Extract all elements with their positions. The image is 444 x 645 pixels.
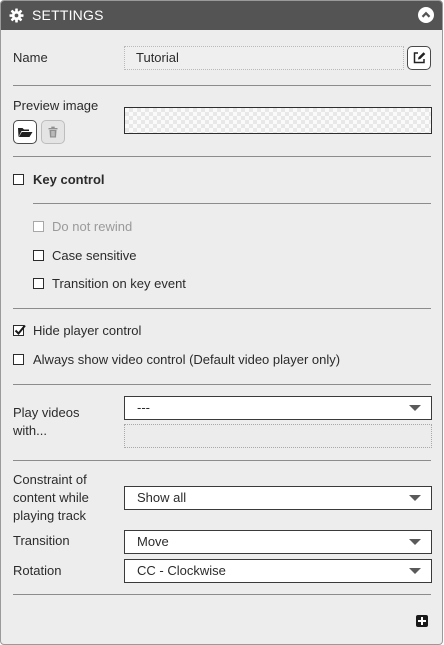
preview-image-label: Preview image xyxy=(13,98,99,113)
plus-square-icon[interactable] xyxy=(416,615,428,627)
name-label: Name xyxy=(13,50,48,65)
preview-image-box[interactable] xyxy=(124,107,432,134)
case-sensitive-label: Case sensitive xyxy=(52,248,137,263)
transition-select[interactable]: Move xyxy=(124,530,432,554)
hide-player-control-label: Hide player control xyxy=(33,323,142,338)
constraint-label-line1: Constraint of xyxy=(13,472,87,487)
separator xyxy=(13,156,431,157)
rotation-value: CC - Clockwise xyxy=(137,563,226,578)
always-show-video-control-checkbox[interactable] xyxy=(13,354,24,365)
transition-value: Move xyxy=(137,534,169,549)
separator xyxy=(13,460,431,461)
separator xyxy=(33,203,431,204)
separator xyxy=(13,308,431,309)
chevron-up-icon xyxy=(421,11,431,18)
constraint-select[interactable]: Show all xyxy=(124,486,432,510)
checkmark-icon xyxy=(14,324,26,335)
play-videos-label-cont: with... xyxy=(13,423,47,438)
panel-title: SETTINGS xyxy=(32,7,104,23)
key-control-label: Key control xyxy=(33,172,105,187)
rotation-label: Rotation xyxy=(13,563,62,578)
hide-player-control-checkbox[interactable] xyxy=(13,324,26,336)
separator xyxy=(13,85,431,86)
chevron-down-icon xyxy=(409,495,421,501)
separator xyxy=(13,594,431,595)
rotation-select[interactable]: CC - Clockwise xyxy=(124,559,432,583)
do-not-rewind-checkbox[interactable] xyxy=(33,221,44,232)
play-videos-secondary-field xyxy=(124,424,432,448)
trash-icon xyxy=(48,126,58,138)
panel-header[interactable]: SETTINGS xyxy=(1,1,442,30)
transition-label: Transition xyxy=(13,533,70,548)
edit-name-button[interactable] xyxy=(407,46,431,70)
constraint-label-line2: content while xyxy=(13,490,89,505)
play-videos-select[interactable]: --- xyxy=(124,396,432,420)
separator xyxy=(13,384,431,385)
settings-panel: SETTINGS Name Tutorial Preview image Key… xyxy=(0,0,443,645)
constraint-value: Show all xyxy=(137,490,187,505)
open-image-button[interactable] xyxy=(13,120,37,144)
do-not-rewind-label: Do not rewind xyxy=(52,219,133,234)
play-videos-value: --- xyxy=(137,400,150,415)
delete-image-button[interactable] xyxy=(41,120,65,144)
chevron-down-icon xyxy=(409,405,421,411)
chevron-down-icon xyxy=(409,568,421,574)
constraint-label-line3: playing track xyxy=(13,508,86,523)
transition-on-key-event-checkbox[interactable] xyxy=(33,278,44,289)
folder-open-icon xyxy=(18,128,33,137)
key-control-checkbox[interactable] xyxy=(13,174,24,185)
name-field[interactable]: Tutorial xyxy=(124,46,404,70)
always-show-video-control-label: Always show video control (Default video… xyxy=(33,352,341,367)
gear-icon xyxy=(9,8,24,23)
collapse-button[interactable] xyxy=(418,7,434,23)
play-videos-label: Play videos xyxy=(13,405,80,420)
edit-icon xyxy=(413,52,426,64)
transition-on-key-event-label: Transition on key event xyxy=(52,276,186,291)
case-sensitive-checkbox[interactable] xyxy=(33,250,44,261)
chevron-down-icon xyxy=(409,539,421,545)
